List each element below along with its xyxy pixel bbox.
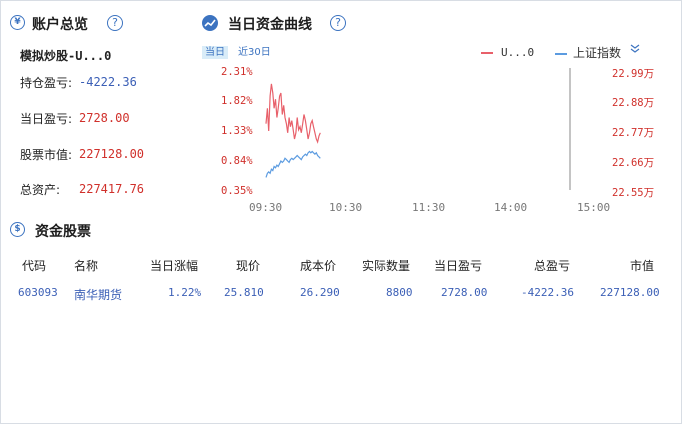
col-header-total-pnl[interactable]: 总盈亏 <box>534 257 570 274</box>
cell-daily-pnl: 2728.00 <box>441 286 488 299</box>
dollar-icon: $ <box>10 222 25 237</box>
col-header-price[interactable]: 现价 <box>236 257 260 274</box>
col-header-change[interactable]: 当日涨幅 <box>150 257 198 274</box>
account-pnl-series-line <box>265 83 321 144</box>
cell-price: 25.810 <box>224 286 264 299</box>
col-header-code[interactable]: 代码 <box>22 257 46 274</box>
cell-name[interactable]: 南华期货 <box>74 286 122 303</box>
cell-change: 1.22% <box>168 286 202 299</box>
cell-market-value: 227128.00 <box>600 286 660 299</box>
stocks-title: 资金股票 <box>35 224 91 240</box>
curve-chart <box>265 68 571 190</box>
col-header-daily-pnl[interactable]: 当日盈亏 <box>434 257 482 274</box>
col-header-cost[interactable]: 成本价 <box>300 257 336 274</box>
cell-quantity: 8800 <box>386 286 413 299</box>
cell-cost: 26.290 <box>300 286 340 299</box>
cell-total-pnl: -4222.36 <box>521 286 574 299</box>
col-header-market-value[interactable]: 市值 <box>630 257 654 274</box>
index-series-line <box>265 150 321 178</box>
cell-code[interactable]: 603093 <box>18 286 58 299</box>
col-header-name[interactable]: 名称 <box>74 257 98 274</box>
col-header-quantity[interactable]: 实际数量 <box>362 257 410 274</box>
